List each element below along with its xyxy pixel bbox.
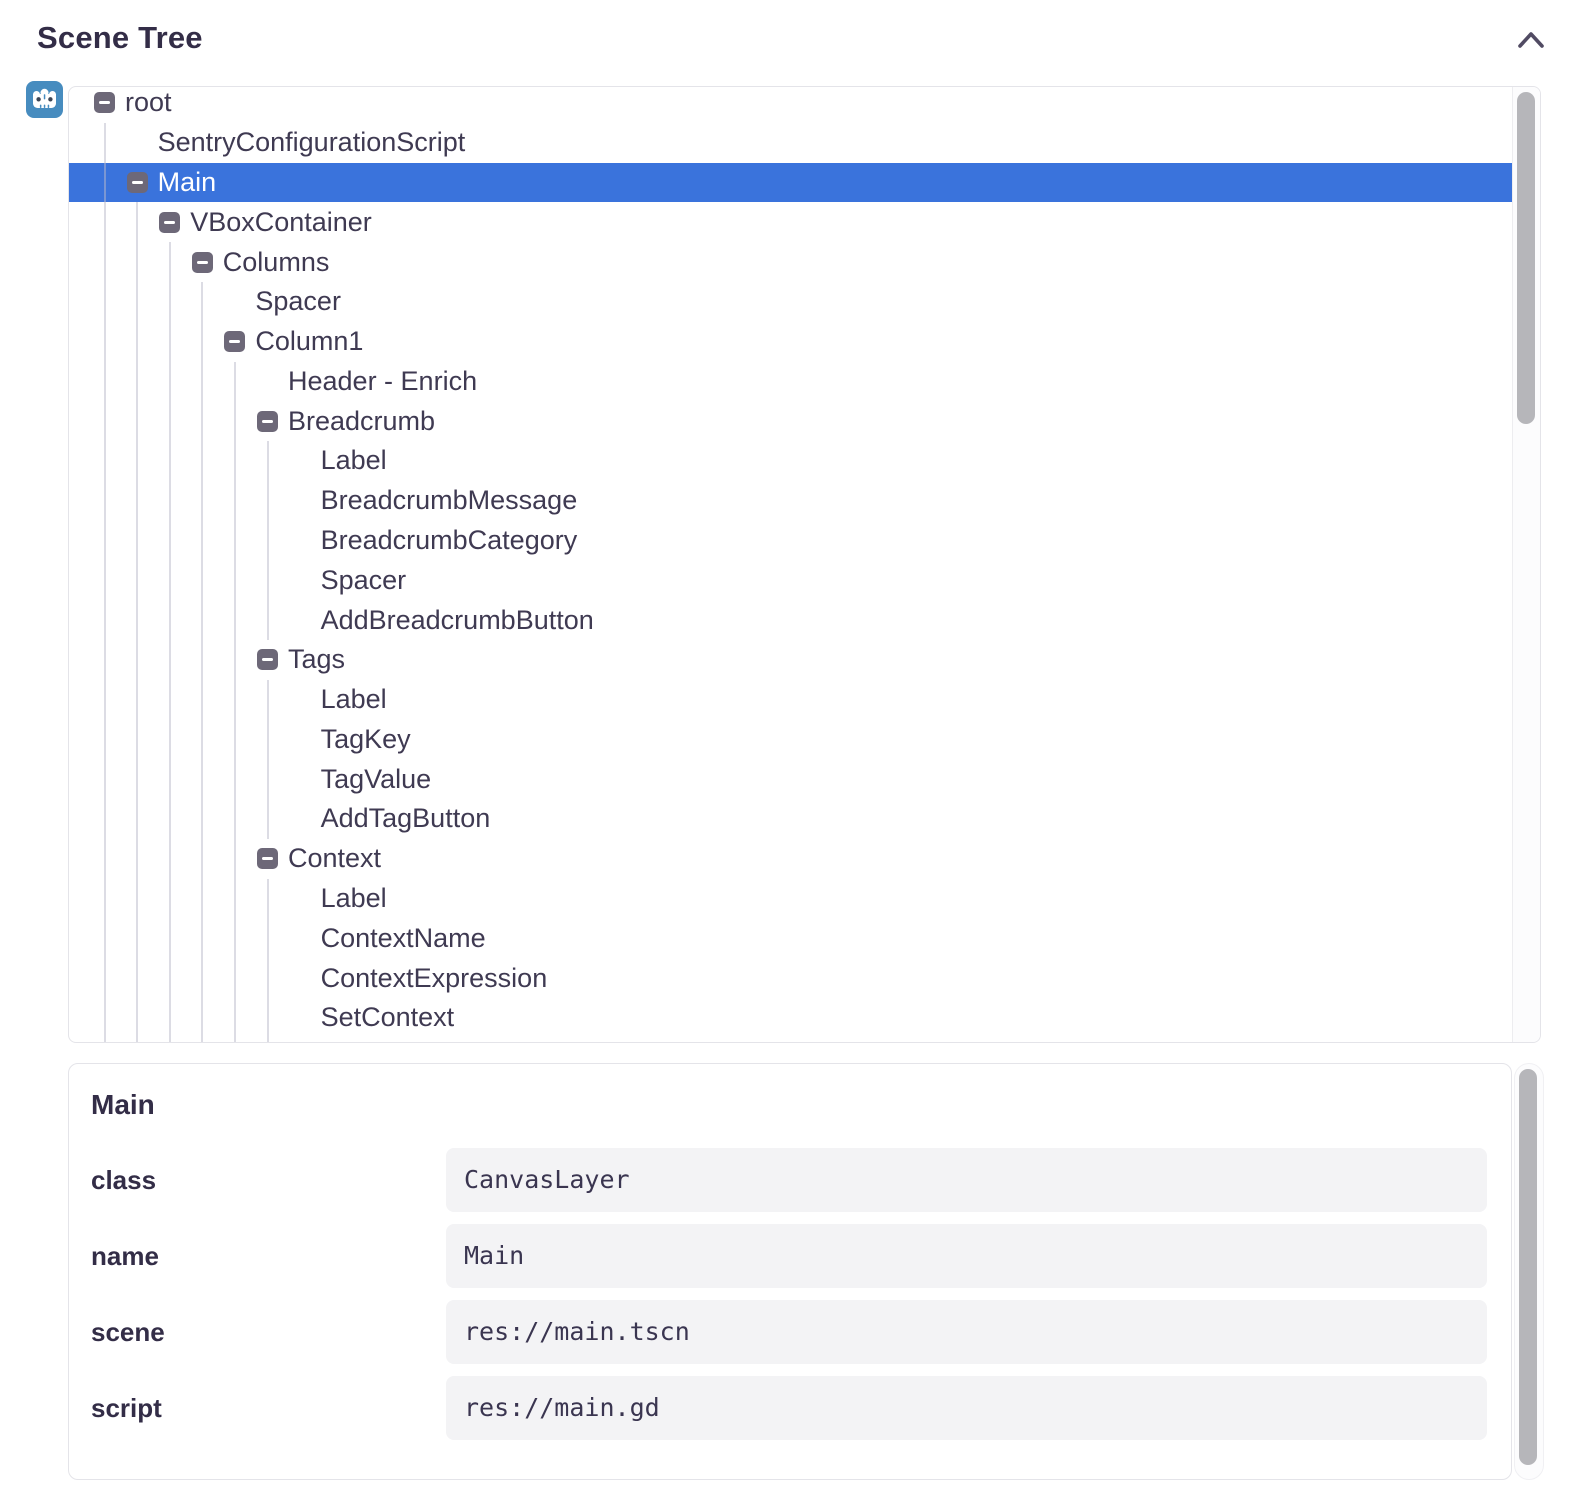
tree-node-label: TagValue <box>321 764 432 795</box>
field-value: res://main.tscn <box>446 1300 1487 1364</box>
field-value: res://main.gd <box>446 1376 1487 1440</box>
tree-node-breadcrumb[interactable]: Breadcrumb <box>69 401 1512 441</box>
tree-node-main[interactable]: Main <box>69 163 1512 203</box>
collapse-minus-icon[interactable] <box>257 848 278 869</box>
collapse-minus-icon[interactable] <box>192 252 213 273</box>
field-value: Main <box>446 1224 1487 1288</box>
tree-node-label: AddBreadcrumbButton <box>321 605 594 636</box>
tree-node-setcontext[interactable]: SetContext <box>69 998 1512 1038</box>
tree-node-label: Header - Enrich <box>288 366 477 397</box>
detail-field-class: classCanvasLayer <box>91 1148 1487 1212</box>
field-label: name <box>91 1224 446 1288</box>
tree-node-spacer[interactable]: Spacer <box>69 282 1512 322</box>
tree-node-contextexpression[interactable]: ContextExpression <box>69 958 1512 998</box>
tree-node-column1[interactable]: Column1 <box>69 322 1512 362</box>
detail-field-script: scriptres://main.gd <box>91 1376 1487 1440</box>
chevron-up-icon[interactable] <box>1516 28 1546 54</box>
tree-node-label: SentryConfigurationScript <box>158 127 466 158</box>
tree-node-label: ContextName <box>321 923 486 954</box>
tree-node-label: Tags <box>288 644 345 675</box>
tree-node-context[interactable]: Context <box>69 839 1512 879</box>
scene-tree-viewport: root SentryConfigurationScript Main VBoxCon… <box>69 87 1512 1042</box>
tree-node-label: VBoxContainer <box>190 207 372 238</box>
tree-node-label: Breadcrumb <box>288 406 435 437</box>
tree-node-label[interactable]: Label <box>69 879 1512 919</box>
tree-node-tagkey[interactable]: TagKey <box>69 720 1512 760</box>
details-title: Main <box>91 1088 1487 1122</box>
field-label: scene <box>91 1300 446 1364</box>
tree-node-label[interactable]: Label <box>69 680 1512 720</box>
tree-node-tags[interactable]: Tags <box>69 640 1512 680</box>
tree-node-label: SetContext <box>321 1002 455 1033</box>
tree-node-addtagbutton[interactable]: AddTagButton <box>69 799 1512 839</box>
tree-node-header-enrich[interactable]: Header - Enrich <box>69 361 1512 401</box>
page-title: Scene Tree <box>37 20 203 56</box>
collapse-minus-icon[interactable] <box>127 172 148 193</box>
tree-node-breadcrumbcategory[interactable]: BreadcrumbCategory <box>69 521 1512 561</box>
tree-scrollbar-thumb[interactable] <box>1517 92 1535 424</box>
tree-node-label: Columns <box>223 247 330 278</box>
tree-node-label: Label <box>321 684 387 715</box>
field-label: class <box>91 1148 446 1212</box>
field-value: CanvasLayer <box>446 1148 1487 1212</box>
collapse-minus-icon[interactable] <box>159 212 180 233</box>
details-scrollbar-thumb[interactable] <box>1519 1069 1537 1465</box>
tree-node-addbreadcrumbbutton[interactable]: AddBreadcrumbButton <box>69 600 1512 640</box>
collapse-minus-icon[interactable] <box>257 649 278 670</box>
tree-node-spacer[interactable]: Spacer <box>69 560 1512 600</box>
tree-node-label: AddTagButton <box>321 803 491 834</box>
tree-node-label: Spacer <box>255 286 341 317</box>
tree-scrollbar[interactable] <box>1512 87 1540 1042</box>
field-label: script <box>91 1376 446 1440</box>
tree-node-label: BreadcrumbMessage <box>321 485 578 516</box>
tree-node-contextname[interactable]: ContextName <box>69 918 1512 958</box>
scene-tree-panel: root SentryConfigurationScript Main VBoxCon… <box>68 86 1541 1043</box>
tree-node-root[interactable]: root <box>69 87 1512 123</box>
tree-node-label: ContextExpression <box>321 963 548 994</box>
collapse-minus-icon[interactable] <box>224 331 245 352</box>
tree-node-tagvalue[interactable]: TagValue <box>69 759 1512 799</box>
tree-node-label: Spacer <box>321 565 407 596</box>
tree-node-label: Label <box>321 445 387 476</box>
node-details-panel: Main classCanvasLayernameMainsceneres://… <box>68 1063 1512 1480</box>
tree-node-label: TagKey <box>321 724 411 755</box>
detail-field-scene: sceneres://main.tscn <box>91 1300 1487 1364</box>
tree-node-label: Context <box>288 843 381 874</box>
tree-node-sentryconfigurationscript[interactable]: SentryConfigurationScript <box>69 123 1512 163</box>
collapse-minus-icon[interactable] <box>94 92 115 113</box>
tree-node-label: root <box>125 87 172 118</box>
tree-node-label: Main <box>158 167 217 198</box>
tree-node-vboxcontainer[interactable]: VBoxContainer <box>69 202 1512 242</box>
tree-node-label[interactable]: Label <box>69 441 1512 481</box>
details-scrollbar[interactable] <box>1514 1063 1544 1480</box>
godot-icon <box>26 81 63 118</box>
tree-node-columns[interactable]: Columns <box>69 242 1512 282</box>
tree-node-label: BreadcrumbCategory <box>321 525 578 556</box>
collapse-minus-icon[interactable] <box>257 411 278 432</box>
tree-node-label: Column1 <box>255 326 363 357</box>
tree-node-breadcrumbmessage[interactable]: BreadcrumbMessage <box>69 481 1512 521</box>
detail-field-name: nameMain <box>91 1224 1487 1288</box>
tree-node-label: Label <box>321 883 387 914</box>
